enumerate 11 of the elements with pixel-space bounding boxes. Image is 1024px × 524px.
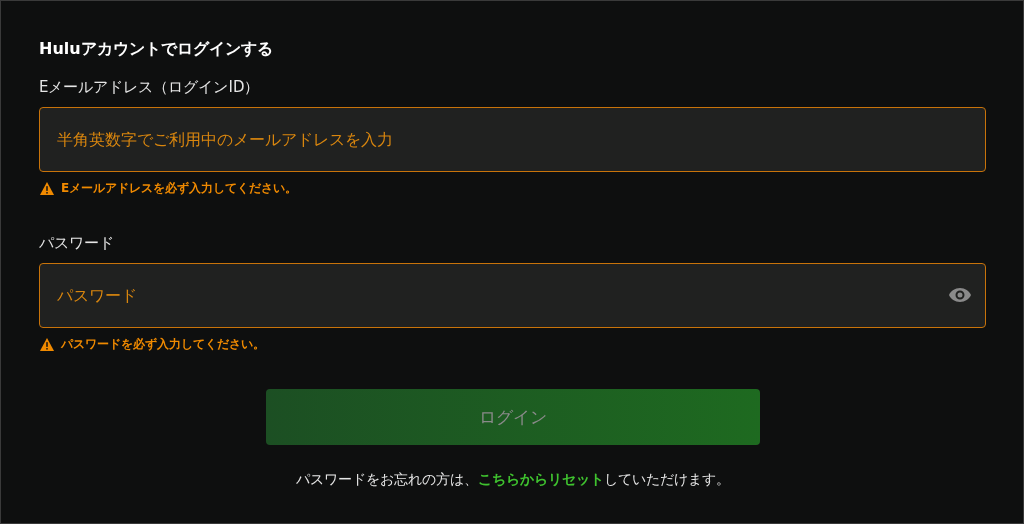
reset-password-note: パスワードをお忘れの方は、こちらからリセット していただけます。 (294, 471, 731, 489)
password-field[interactable]: パスワード (39, 263, 986, 328)
error-message: Eメールアドレスを必ず入力してください。 (61, 180, 298, 197)
field-label: Eメールアドレス（ログインID） (39, 77, 261, 98)
field-label: パスワード (39, 233, 115, 254)
reset-link[interactable]: こちらからリセット (477, 471, 604, 487)
warning-icon (39, 181, 55, 196)
warning-icon (39, 337, 55, 352)
error-message: パスワードを必ず入力してください。 (61, 336, 265, 353)
form-title: Huluアカウントでログインする (39, 38, 274, 60)
email-field[interactable]: 半角英数字でご利用中のメールアドレスを入力 (39, 107, 986, 172)
